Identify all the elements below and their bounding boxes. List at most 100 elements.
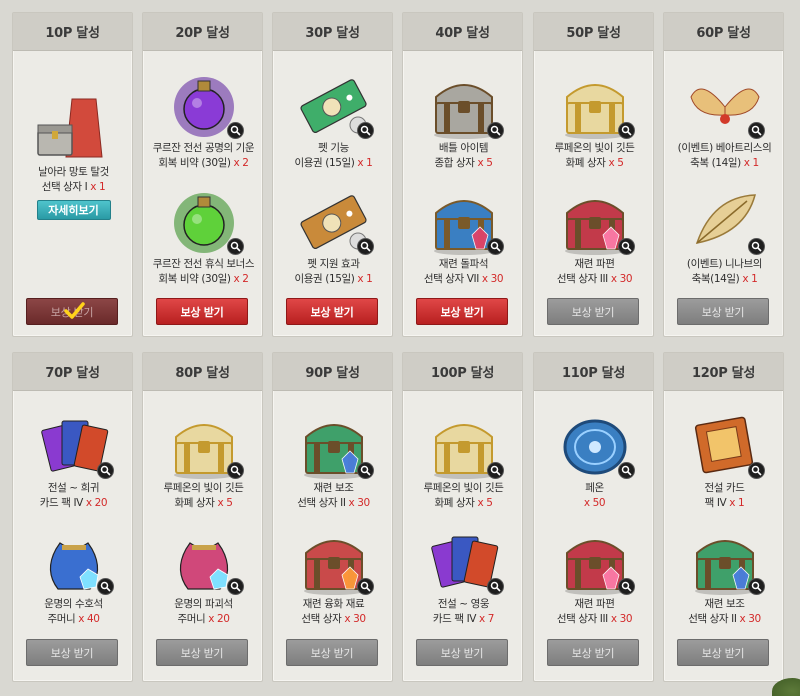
item-subname-text: 선택 상자 (301, 613, 342, 625)
item-subname: 선택 상자 III x 30 (534, 272, 655, 287)
reward-tier-card: 120P 달성 전설 카드 팩 IV x 1 재련 보조 선택 상자 II x 30… (663, 352, 784, 682)
item-quantity: x 1 (729, 497, 745, 509)
tier-title: 70P 달성 (13, 353, 132, 391)
claim-reward-button[interactable]: 보상 받기 (547, 298, 639, 325)
claim-reward-button[interactable]: 보상 받기 (677, 298, 769, 325)
reward-item: 배틀 아이템 종합 상자 x 5 (403, 67, 524, 171)
item-subname-text: 회복 비약 (30일) (158, 157, 231, 169)
zoom-icon[interactable] (226, 122, 244, 139)
zoom-icon[interactable] (617, 122, 635, 139)
item-name: 운명의 파괴석 (174, 598, 233, 610)
item-name: 펫 지원 효과 (307, 258, 360, 270)
tier-title: 20P 달성 (143, 13, 262, 51)
claim-reward-button[interactable]: 보상 받기 (26, 298, 118, 325)
zoom-icon[interactable] (226, 238, 244, 255)
reward-grid: 10P 달성 날아라 망토 탈것 선택 상자 I x 1 자세히보기 보상 받기 20… (0, 0, 800, 696)
pink-pouch-icon (162, 523, 246, 597)
item-name: 재련 보조 (313, 482, 354, 494)
reward-tier-card: 40P 달성 배틀 아이템 종합 상자 x 5 재련 돌파석 선택 상자 VII x… (402, 12, 523, 337)
reward-tier-card: 80P 달성 루페온의 빛이 깃든 화폐 상자 x 5 운명의 파괴석 주머니 x … (142, 352, 263, 682)
item-name: 전설 카드 (704, 482, 745, 494)
item-subname-text: 선택 상자 III (556, 273, 608, 285)
zoom-icon[interactable] (356, 122, 374, 139)
zoom-icon[interactable] (617, 462, 635, 479)
item-subname: 선택 상자 III x 30 (534, 612, 655, 627)
claim-reward-button[interactable]: 보상 받기 (156, 298, 248, 325)
claim-reward-button[interactable]: 보상 받기 (26, 639, 118, 666)
claim-reward-label: 보상 받기 (50, 646, 94, 660)
zoom-icon[interactable] (617, 578, 635, 595)
tier-title: 120P 달성 (664, 353, 783, 391)
item-name: 배틀 아이템 (438, 142, 489, 154)
reward-item: 펫 기능 이용권 (15일) x 1 (273, 67, 394, 171)
zoom-icon[interactable] (356, 578, 374, 595)
item-name: 운명의 수호석 (44, 598, 103, 610)
zoom-icon[interactable] (747, 578, 765, 595)
item-subname: 축복(14일) x 1 (664, 272, 785, 287)
item-quantity: x 20 (85, 497, 108, 509)
item-quantity: x 30 (610, 273, 633, 285)
reward-item: 재련 보조 선택 상자 II x 30 (273, 407, 394, 511)
zoom-icon[interactable] (486, 122, 504, 139)
zoom-icon[interactable] (226, 578, 244, 595)
reward-item: 전설 ~ 영웅 카드 팩 IV x 7 (403, 523, 524, 627)
zoom-icon[interactable] (226, 462, 244, 479)
item-subname: 이용권 (15일) x 1 (273, 272, 394, 287)
claim-reward-button[interactable]: 보상 받기 (286, 298, 378, 325)
item-subname-text: 선택 상자 II (688, 613, 737, 625)
zoom-icon[interactable] (486, 238, 504, 255)
item-subname-text: 선택 상자 II (297, 497, 346, 509)
reward-item: 루페온의 빛이 깃든 화폐 상자 x 5 (143, 407, 264, 511)
zoom-icon[interactable] (96, 578, 114, 595)
zoom-icon[interactable] (747, 238, 765, 255)
red-chest-icon (553, 523, 637, 597)
item-name: 펫 기능 (318, 142, 349, 154)
reward-item: 쿠르잔 전선 공명의 기운 회복 비약 (30일) x 2 (143, 67, 264, 171)
zoom-icon[interactable] (486, 578, 504, 595)
item-subname: 선택 상자 II x 30 (664, 612, 785, 627)
item-quantity: x 20 (208, 613, 230, 625)
claim-reward-label: 보상 받기 (180, 646, 224, 660)
green-chest-icon (683, 523, 767, 597)
claim-reward-label: 보상 받기 (701, 305, 745, 319)
item-name: 재련 보조 (704, 598, 745, 610)
item-name: (이벤트) 베아트리스의 (677, 142, 772, 154)
claim-reward-button[interactable]: 보상 받기 (286, 639, 378, 666)
item-subname: 선택 상자 I x 1 (13, 180, 134, 195)
claim-reward-label: 보상 받기 (571, 305, 615, 319)
reward-item: (이벤트) 니나브의 축복(14일) x 1 (664, 183, 785, 287)
claim-reward-button[interactable]: 보상 받기 (416, 298, 508, 325)
tier-title: 50P 달성 (534, 13, 653, 51)
reward-item: 재련 융화 재료 선택 상자 x 30 (273, 523, 394, 627)
reward-item: 페온 x 50 (534, 407, 655, 511)
battle-chest-icon (422, 67, 506, 141)
zoom-icon[interactable] (747, 462, 765, 479)
item-subname-text: 축복(14일) (691, 273, 740, 285)
reward-item: 루페온의 빛이 깃든 화폐 상자 x 5 (403, 407, 524, 511)
claim-reward-label: 보상 받기 (310, 646, 354, 660)
reward-item: 날아라 망토 탈것 선택 상자 I x 1 자세히보기 (13, 91, 134, 220)
item-name: 재련 돌파석 (438, 258, 489, 270)
claim-reward-label: 보상 받기 (440, 305, 484, 319)
zoom-icon[interactable] (96, 462, 114, 479)
item-quantity: x 5 (217, 497, 233, 509)
item-quantity: x 30 (344, 613, 366, 625)
tier-title: 40P 달성 (403, 13, 522, 51)
zoom-icon[interactable] (617, 238, 635, 255)
zoom-icon[interactable] (486, 462, 504, 479)
item-subname: 회복 비약 (30일) x 2 (143, 272, 264, 287)
claim-reward-label: 보상 받기 (310, 305, 354, 319)
item-subname: 선택 상자 x 30 (273, 612, 394, 627)
claim-reward-button[interactable]: 보상 받기 (677, 639, 769, 666)
claim-reward-label: 보상 받기 (701, 646, 745, 660)
detail-view-button[interactable]: 자세히보기 (36, 200, 111, 220)
claim-reward-button[interactable]: 보상 받기 (156, 639, 248, 666)
item-subname-text: 선택 상자 III (556, 613, 608, 625)
item-subname-text: 카드 팩 IV (39, 497, 84, 509)
zoom-icon[interactable] (356, 238, 374, 255)
claim-reward-button[interactable]: 보상 받기 (547, 639, 639, 666)
claim-reward-button[interactable]: 보상 받기 (416, 639, 508, 666)
fusion-chest-icon (292, 523, 376, 597)
zoom-icon[interactable] (356, 462, 374, 479)
zoom-icon[interactable] (747, 122, 765, 139)
